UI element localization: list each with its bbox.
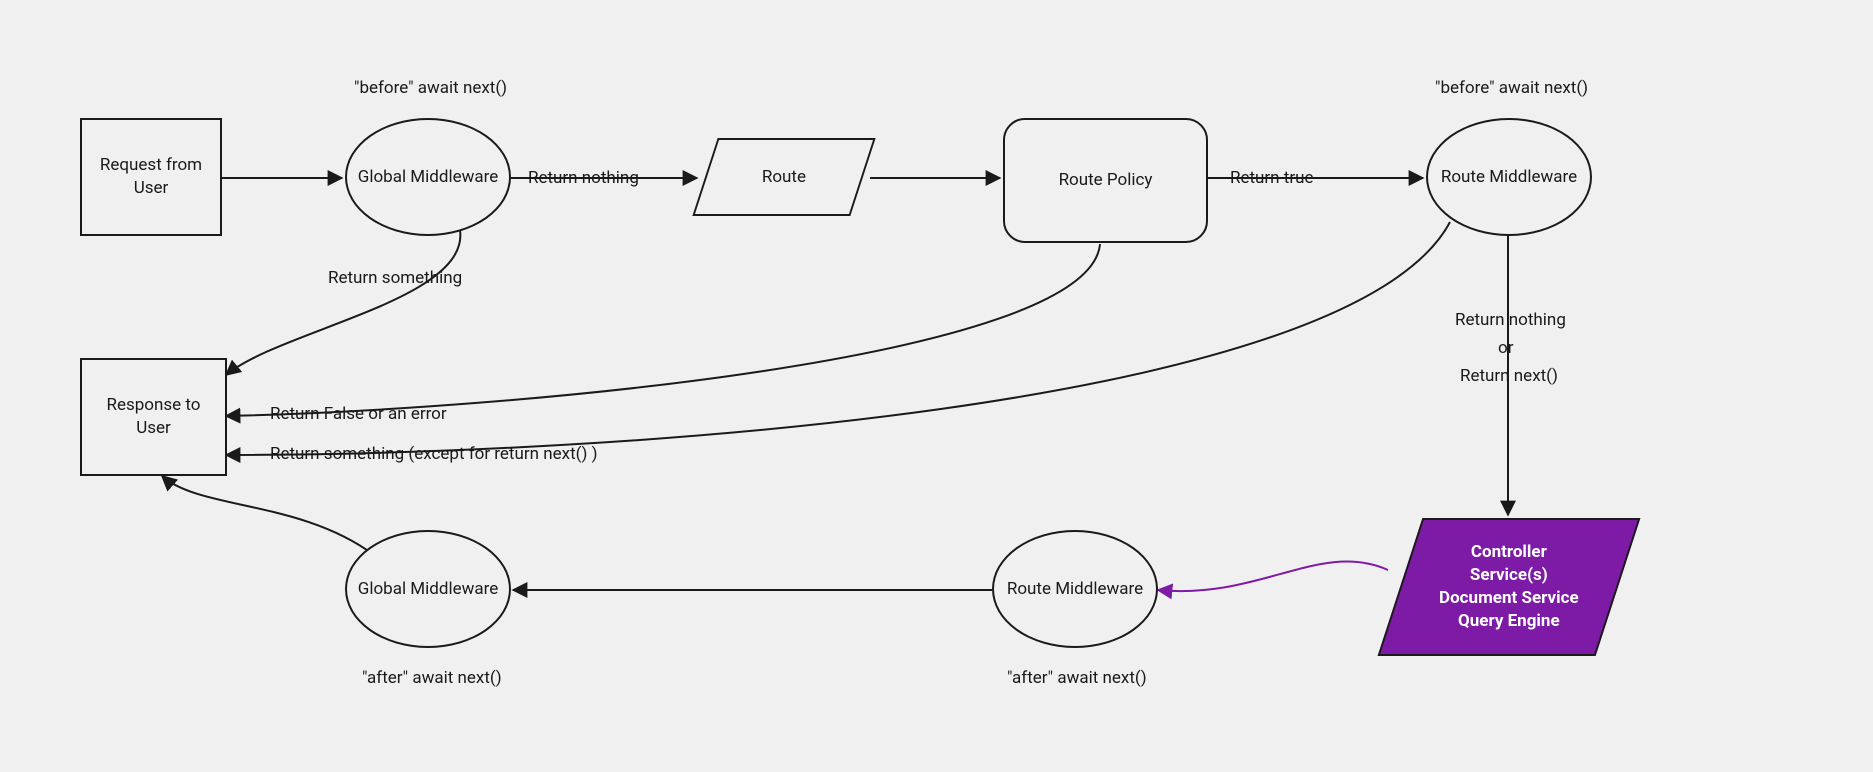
route-middleware-before-node: Route Middleware [1426,118,1592,236]
route-policy-node: Route Policy [1003,118,1208,243]
response-node: Response to User [80,358,227,476]
edge-return-true: Return true [1230,168,1314,188]
global-middleware-after-label: Global Middleware [358,578,499,601]
request-node: Request from User [80,118,222,236]
route-middleware-before-label: Route Middleware [1441,166,1577,189]
controller-line-1: Service(s) [1439,564,1579,587]
route-middleware-after-label: Route Middleware [1007,578,1143,601]
controller-line-3: Query Engine [1439,610,1579,633]
edge-return-nothing-or-next-3: Return next() [1460,366,1558,386]
response-label: Response to User [90,394,217,440]
route-middleware-after-caption: "after" await next() [1007,668,1147,688]
route-middleware-after-node: Route Middleware [992,530,1158,648]
controller-node: Controller Service(s) Document Service Q… [1378,518,1641,656]
global-middleware-before-node: Global Middleware [345,118,511,236]
route-middleware-before-caption: "before" await next() [1435,78,1588,98]
global-middleware-before-label: Global Middleware [358,166,499,189]
route-policy-label: Route Policy [1059,169,1153,192]
controller-lines: Controller Service(s) Document Service Q… [1439,541,1579,633]
edge-return-nothing-or-next-1: Return nothing [1455,310,1566,330]
edge-return-nothing: Return nothing [528,168,639,188]
controller-line-2: Document Service [1439,587,1579,610]
edge-return-nothing-or-next-2: or [1498,338,1513,358]
route-label: Route [762,166,806,189]
diagram-canvas: Request from User Global Middleware "bef… [0,0,1873,772]
route-node: Route [692,138,875,216]
edge-return-false-or-error: Return False or an error [270,404,447,424]
edge-return-something-except-next: Return something (except for return next… [270,444,598,464]
global-middleware-before-caption: "before" await next() [354,78,507,98]
edges-layer [0,0,1873,772]
request-label: Request from User [90,154,212,200]
global-middleware-after-caption: "after" await next() [362,668,502,688]
global-middleware-after-node: Global Middleware [345,530,511,648]
edge-return-something: Return something [328,268,462,288]
controller-line-0: Controller [1439,541,1579,564]
